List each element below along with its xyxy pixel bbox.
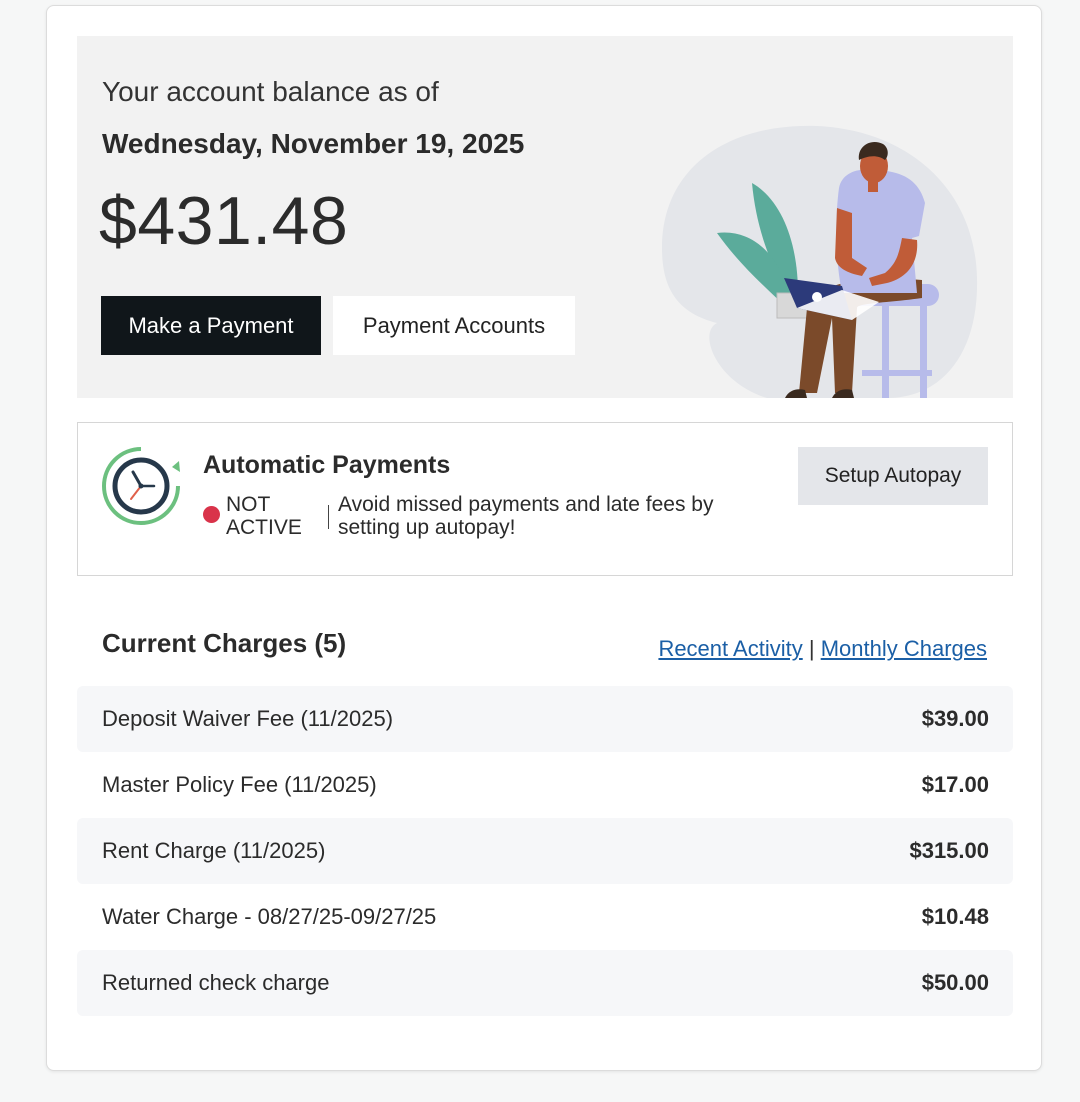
charge-label: Master Policy Fee (11/2025)	[102, 772, 377, 797]
charge-row: Returned check charge $50.00	[77, 950, 1013, 1016]
balance-amount: $431.48	[99, 183, 349, 259]
charge-row: Rent Charge (11/2025) $315.00	[77, 818, 1013, 884]
charge-amount: $39.00	[921, 706, 989, 731]
links-separator: |	[808, 636, 815, 661]
status-divider	[328, 505, 329, 529]
charge-label: Deposit Waiver Fee (11/2025)	[102, 706, 394, 731]
payment-accounts-button[interactable]: Payment Accounts	[333, 296, 575, 355]
balance-date: Wednesday, November 19, 2025	[102, 128, 525, 159]
charge-label: Water Charge - 08/27/25-09/27/25	[102, 904, 437, 929]
charge-amount: $315.00	[909, 838, 989, 863]
autopay-message: Avoid missed payments and late fees by s…	[338, 493, 714, 539]
balance-intro-text: Your account balance as of	[102, 76, 439, 107]
balance-panel: Your account balance as of Wednesday, No…	[77, 36, 1013, 398]
charge-row: Water Charge - 08/27/25-09/27/25 $10.48	[77, 884, 1013, 950]
charges-links: Recent Activity | Monthly Charges	[658, 636, 987, 662]
account-balance-card: Your account balance as of Wednesday, No…	[46, 5, 1042, 1071]
charge-amount: $17.00	[921, 772, 989, 797]
status-indicator-dot	[203, 506, 220, 523]
autopay-clock-icon	[102, 447, 180, 525]
setup-autopay-button[interactable]: Setup Autopay	[798, 447, 988, 505]
automatic-payments-panel: Automatic Payments NOT ACTIVE Avoid miss…	[77, 422, 1013, 576]
automatic-payments-title: Automatic Payments	[203, 451, 451, 479]
current-charges-title: Current Charges (5)	[102, 628, 347, 658]
charge-label: Rent Charge (11/2025)	[102, 838, 326, 863]
autopay-status: NOT ACTIVE	[226, 493, 302, 539]
charges-list: Deposit Waiver Fee (11/2025) $39.00 Mast…	[77, 686, 1013, 1016]
charge-row: Deposit Waiver Fee (11/2025) $39.00	[77, 686, 1013, 752]
monthly-charges-link[interactable]: Monthly Charges	[821, 636, 987, 661]
charge-amount: $50.00	[921, 970, 989, 995]
charge-label: Returned check charge	[102, 970, 330, 995]
recent-activity-link[interactable]: Recent Activity	[658, 636, 802, 661]
charge-amount: $10.48	[921, 904, 989, 929]
charge-row: Master Policy Fee (11/2025) $17.00	[77, 752, 1013, 818]
make-payment-button[interactable]: Make a Payment	[101, 296, 321, 355]
person-laptop-illustration	[662, 125, 978, 398]
